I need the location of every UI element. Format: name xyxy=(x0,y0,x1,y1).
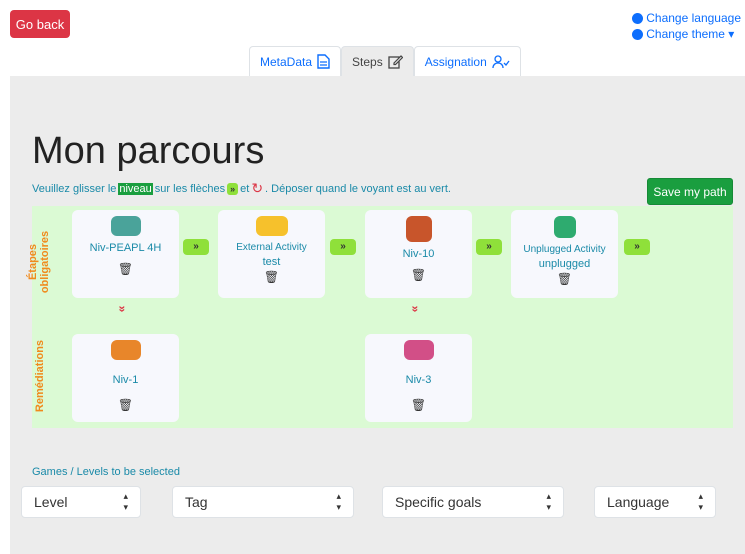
row-label-remediation: Remédiations xyxy=(34,326,54,426)
card-name: External Activity xyxy=(236,242,307,253)
double-chevron-icon: » xyxy=(227,182,239,195)
trash-icon[interactable]: 🗑 xyxy=(411,268,426,282)
palette-icon xyxy=(632,28,644,40)
trash-icon[interactable]: 🗑 xyxy=(264,270,279,284)
sort-caret-icon: ▴ ▾ xyxy=(123,491,128,512)
change-language-link[interactable]: Change language xyxy=(632,10,741,26)
drop-arrow-right[interactable]: » xyxy=(183,239,209,255)
remediation-card[interactable]: Niv-3 🗑 xyxy=(365,334,472,422)
sort-caret-icon: ▴ ▾ xyxy=(546,491,551,512)
step-card[interactable]: External Activity test 🗑 xyxy=(218,210,325,298)
step-card[interactable]: Niv-10 🗑 xyxy=(365,210,472,298)
top-links: Change language Change theme ▾ xyxy=(632,10,741,42)
page-title: Mon parcours xyxy=(32,130,265,172)
change-theme-label: Change theme ▾ xyxy=(646,27,735,41)
tab-metadata[interactable]: MetaData xyxy=(249,46,342,76)
trash-icon[interactable]: 🗑 xyxy=(557,272,572,286)
card-name: Niv-1 xyxy=(112,374,139,386)
change-theme-link[interactable]: Change theme ▾ xyxy=(632,26,741,42)
level-thumbnail xyxy=(403,340,434,360)
level-thumbnail xyxy=(405,216,432,242)
tab-metadata-label: MetaData xyxy=(260,54,313,69)
remediation-card[interactable]: Niv-1 🗑 xyxy=(72,334,179,422)
card-name: Niv-10 xyxy=(402,248,435,260)
hint-text-et: et xyxy=(240,182,250,195)
level-select-value: Level xyxy=(34,494,68,510)
card-subtitle: test xyxy=(262,256,281,268)
hint-highlight: niveau xyxy=(118,182,153,195)
reload-icon: ↻ xyxy=(251,180,264,196)
trash-icon[interactable]: 🗑 xyxy=(411,398,426,412)
level-select[interactable]: Level ▴ ▾ xyxy=(21,486,141,518)
hint-text-mid: sur les flèches xyxy=(154,182,226,195)
tab-bar: MetaData Steps Assignation xyxy=(249,46,521,76)
games-levels-label: Games / Levels to be selected xyxy=(32,466,180,478)
user-check-icon xyxy=(492,54,510,68)
drag-hint: Veuillez glisser le niveau sur les flèch… xyxy=(32,180,451,197)
hint-text-post: . Déposer quand le voyant est au vert. xyxy=(265,182,451,195)
globe-icon xyxy=(632,12,644,24)
row-label-mandatory: Étapes obligatoires xyxy=(27,217,67,307)
card-name: Niv-3 xyxy=(405,374,432,386)
level-thumbnail xyxy=(110,340,141,360)
trash-icon[interactable]: 🗑 xyxy=(118,398,133,412)
tab-steps-label: Steps xyxy=(352,54,383,69)
drop-arrow-right[interactable]: » xyxy=(330,239,356,255)
remediation-label: Remédiations xyxy=(34,339,46,413)
save-path-button[interactable]: Save my path xyxy=(647,178,733,205)
path-board: Étapes obligatoires Remédiations Niv-PEA… xyxy=(27,206,733,428)
tag-select-value: Tag xyxy=(185,494,208,510)
language-select[interactable]: Language ▴ ▾ xyxy=(594,486,716,518)
go-back-button[interactable]: Go back xyxy=(10,10,70,38)
tab-assignation-label: Assignation xyxy=(424,54,487,69)
edit-icon xyxy=(388,55,403,69)
specific-goals-select[interactable]: Specific goals ▴ ▾ xyxy=(382,486,564,518)
tag-select[interactable]: Tag ▴ ▾ xyxy=(172,486,354,518)
drop-arrow-right[interactable]: » xyxy=(476,239,502,255)
document-icon xyxy=(317,54,330,69)
hint-text-pre: Veuillez glisser le xyxy=(32,182,117,195)
www-icon xyxy=(255,216,288,236)
specific-goals-select-value: Specific goals xyxy=(395,494,482,510)
mandatory-label: Étapes obligatoires xyxy=(27,230,51,294)
level-thumbnail xyxy=(110,216,141,236)
card-name: Niv-PEAPL 4H xyxy=(89,242,162,254)
tab-steps[interactable]: Steps xyxy=(341,46,414,76)
sort-caret-icon: ▴ ▾ xyxy=(336,491,341,512)
drop-arrow-down[interactable]: » xyxy=(408,306,422,313)
trash-icon[interactable]: 🗑 xyxy=(118,262,133,276)
step-card[interactable]: Niv-PEAPL 4H 🗑 xyxy=(72,210,179,298)
card-subtitle: unplugged xyxy=(538,258,591,270)
tab-assignation[interactable]: Assignation xyxy=(413,46,521,76)
card-name: Unplugged Activity xyxy=(523,244,606,255)
step-card[interactable]: Unplugged Activity unplugged 🗑 xyxy=(511,210,618,298)
drop-arrow-right[interactable]: » xyxy=(624,239,650,255)
sort-caret-icon: ▴ ▾ xyxy=(698,491,703,512)
change-language-label: Change language xyxy=(646,11,741,25)
unplugged-icon xyxy=(553,216,576,238)
drop-arrow-down[interactable]: » xyxy=(115,306,129,313)
language-select-value: Language xyxy=(607,494,670,510)
